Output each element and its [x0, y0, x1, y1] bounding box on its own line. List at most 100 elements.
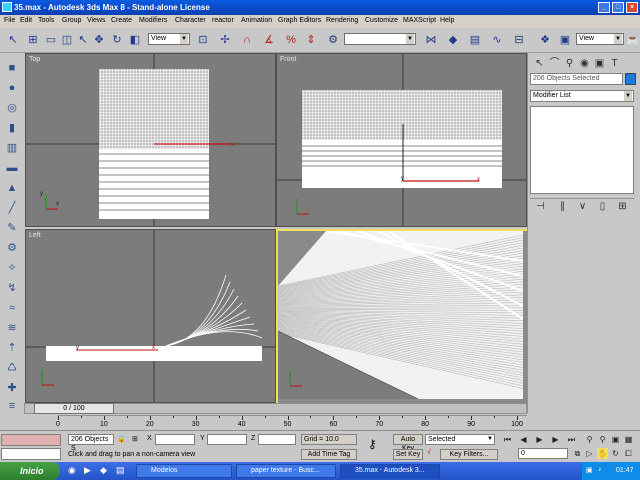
start-button[interactable]: Inicio [0, 462, 60, 480]
region-select-icon[interactable]: ▭ [44, 33, 58, 47]
menu-create[interactable]: Create [111, 17, 132, 24]
create-tube-icon[interactable]: ▥ [5, 141, 19, 155]
manipulate-icon[interactable]: ✢ [218, 33, 232, 47]
align-icon[interactable]: ◆ [446, 33, 460, 47]
3dsmax-quicklaunch-icon[interactable]: ◆ [100, 465, 107, 476]
zoom-extents-all-icon[interactable]: ▦ [623, 434, 634, 445]
create-plane-icon[interactable]: ▬ [5, 161, 19, 175]
y-coordinate-field[interactable] [207, 434, 247, 445]
create-line-icon[interactable]: ╱ [5, 201, 19, 215]
maxscript-listener-mini[interactable] [1, 434, 61, 446]
auto-key-button[interactable]: Auto Key [393, 434, 423, 452]
twist-modifier-icon[interactable]: ≈ [5, 301, 19, 315]
mirror-icon[interactable]: ⋈ [424, 33, 438, 47]
move-icon[interactable]: ✥ [92, 33, 106, 47]
x-coordinate-field[interactable] [155, 434, 195, 445]
task-modelos[interactable]: Modelos [136, 464, 232, 478]
quick-render-icon[interactable]: ☕ [626, 33, 640, 47]
tray-network-icon[interactable]: ▣ [586, 466, 593, 474]
maximize-viewport-icon[interactable]: ⧠ [623, 448, 634, 459]
motion-tab-icon[interactable]: ◉ [578, 57, 591, 70]
menu-character[interactable]: Character [175, 17, 206, 24]
viewport-top[interactable]: Top x x y [25, 53, 276, 227]
close-button[interactable]: × [626, 2, 638, 13]
menu-customize[interactable]: Customize [365, 17, 398, 24]
zoom-extents-icon[interactable]: ▣ [610, 434, 621, 445]
key-mode-dropdown[interactable]: Selected ▼ [425, 434, 495, 445]
hierarchy-tab-icon[interactable]: ⚲ [563, 57, 576, 70]
key-filters-button[interactable]: Key Filters... [440, 449, 498, 460]
track-bar[interactable]: 0 10 20 30 40 50 60 70 80 90 100 [56, 415, 527, 430]
select-object-icon[interactable]: ↖ [76, 33, 90, 47]
ref-coord-dropdown[interactable]: View ▼ [148, 33, 190, 45]
tray-volume-icon[interactable]: ♪ [598, 466, 602, 473]
show-end-result-icon[interactable]: ∥ [556, 200, 569, 213]
zoom-icon[interactable]: ⚲ [584, 434, 595, 445]
firefox-icon[interactable]: ◉ [68, 465, 76, 476]
menu-graph-editors[interactable]: Graph Editors [278, 17, 321, 24]
create-torus-icon[interactable]: ◎ [5, 101, 19, 115]
layer-manager-icon[interactable]: ▤ [468, 33, 482, 47]
render-scene-icon[interactable]: ▣ [558, 33, 572, 47]
create-shape-icon[interactable]: ✎ [5, 221, 19, 235]
viewport-front[interactable]: Front y x [276, 53, 527, 227]
bend-modifier-icon[interactable]: ↯ [5, 281, 19, 295]
menu-edit[interactable]: Edit [20, 17, 32, 24]
pin-stack-icon[interactable]: ⊣ [534, 200, 547, 213]
selection-name-field[interactable]: 206 Objects Selected [530, 73, 623, 85]
configure-sets-icon[interactable]: ⊞ [616, 200, 629, 213]
absolute-mode-icon[interactable]: ⊞ [132, 435, 138, 443]
rotate-icon[interactable]: ↻ [110, 33, 124, 47]
time-config-icon[interactable]: ⧉ [572, 448, 583, 459]
create-camera-icon[interactable]: ⚙ [5, 241, 19, 255]
object-color-swatch[interactable] [625, 73, 636, 85]
percent-snap-icon[interactable]: % [284, 33, 298, 47]
menu-help[interactable]: Help [440, 17, 454, 24]
create-cylinder-icon[interactable]: ▮ [5, 121, 19, 135]
maxscript-input-mini[interactable] [1, 448, 61, 460]
helper-icon[interactable]: ✚ [5, 381, 19, 395]
task-browser[interactable]: paper texture - Busc... [236, 464, 336, 478]
field-of-view-icon[interactable]: ▷ [584, 448, 595, 459]
task-3dsmax[interactable]: 35.max - Autodesk 3... [340, 464, 440, 478]
named-selection-dropdown[interactable]: ▼ [344, 33, 416, 45]
select-by-name-icon[interactable]: ⊞ [26, 33, 40, 47]
make-unique-icon[interactable]: ∨ [576, 200, 589, 213]
minimize-button[interactable]: _ [598, 2, 610, 13]
display-tab-icon[interactable]: ▣ [593, 57, 606, 70]
modifier-stack[interactable] [530, 106, 634, 194]
schematic-icon[interactable]: ⊟ [512, 33, 526, 47]
menu-maxscript[interactable]: MAXScript [403, 17, 436, 24]
menu-reactor[interactable]: reactor [212, 17, 234, 24]
maximize-button[interactable]: □ [612, 2, 624, 13]
lathe-modifier-icon[interactable]: ♺ [5, 361, 19, 375]
create-tab-icon[interactable]: ↖ [533, 57, 546, 70]
go-to-end-icon[interactable]: ⏭ [566, 434, 577, 445]
lock-selection-icon[interactable]: 🔒 [117, 435, 126, 443]
pivot-icon[interactable]: ⊡ [196, 33, 210, 47]
spinner-snap-icon[interactable]: ⇕ [304, 33, 318, 47]
select-icon[interactable]: ↖ [6, 33, 20, 47]
snap-3d-icon[interactable]: ∩ [240, 33, 254, 47]
curve-editor-icon[interactable]: ∿ [490, 33, 504, 47]
default-tangent-icon[interactable]: √ [427, 449, 431, 456]
remove-modifier-icon[interactable]: ▯ [596, 200, 609, 213]
create-light-icon[interactable]: ✧ [5, 261, 19, 275]
edit-named-selection-icon[interactable]: ⚙ [326, 33, 340, 47]
noise-modifier-icon[interactable]: ≋ [5, 321, 19, 335]
viewport-left[interactable]: Left y x [25, 229, 276, 403]
set-key-button[interactable]: Set Key [393, 449, 423, 460]
scale-icon[interactable]: ◧ [128, 33, 142, 47]
menu-rendering[interactable]: Rendering [326, 17, 358, 24]
material-editor-icon[interactable]: ❖ [538, 33, 552, 47]
play-icon[interactable]: ▶ [534, 434, 545, 445]
show-desktop-icon[interactable]: ▤ [116, 465, 125, 476]
pan-view-icon[interactable]: ✋ [597, 448, 608, 459]
current-frame-field[interactable]: 0 [518, 448, 568, 459]
create-cone-icon[interactable]: ▲ [5, 181, 19, 195]
add-time-tag-button[interactable]: Add Time Tag [301, 449, 357, 460]
utilities-tab-icon[interactable]: T [608, 57, 621, 70]
create-box-icon[interactable]: ■ [5, 61, 19, 75]
viewport-perspective[interactable] [276, 229, 529, 405]
menu-animation[interactable]: Animation [241, 17, 272, 24]
